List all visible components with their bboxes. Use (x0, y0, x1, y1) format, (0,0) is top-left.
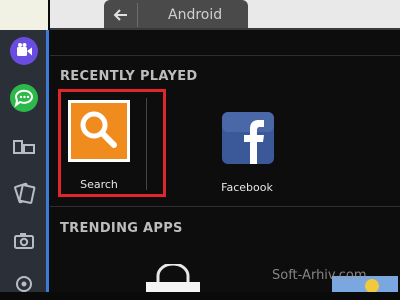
video-camera-icon[interactable] (9, 36, 39, 66)
facebook-icon[interactable] (222, 112, 274, 164)
divider-top (50, 55, 400, 56)
cards-icon[interactable] (9, 178, 39, 208)
facebook-app-label[interactable]: Facebook (202, 181, 292, 194)
left-sidebar (0, 0, 49, 292)
watermark: Soft-Arhiv.com (272, 268, 367, 283)
location-icon[interactable] (9, 270, 39, 300)
sidebar-accent-edge (46, 30, 49, 292)
tab-android[interactable]: Android (104, 0, 248, 30)
sidebar-top-area (0, 0, 48, 30)
trending-apps-heading: TRENDING APPS (60, 221, 183, 236)
tab-title: Android (168, 7, 223, 23)
tab-separator (137, 3, 138, 27)
divider-middle (50, 206, 400, 207)
top-bar: Android (50, 0, 400, 30)
shopping-bag-icon[interactable] (138, 264, 208, 292)
recently-played-heading: RECENTLY PLAYED (60, 69, 198, 84)
back-arrow-icon[interactable] (112, 6, 130, 24)
multi-window-icon[interactable] (9, 132, 39, 162)
selection-highlight (58, 89, 166, 197)
chat-icon[interactable] (9, 83, 39, 113)
camera-icon[interactable] (9, 226, 39, 256)
